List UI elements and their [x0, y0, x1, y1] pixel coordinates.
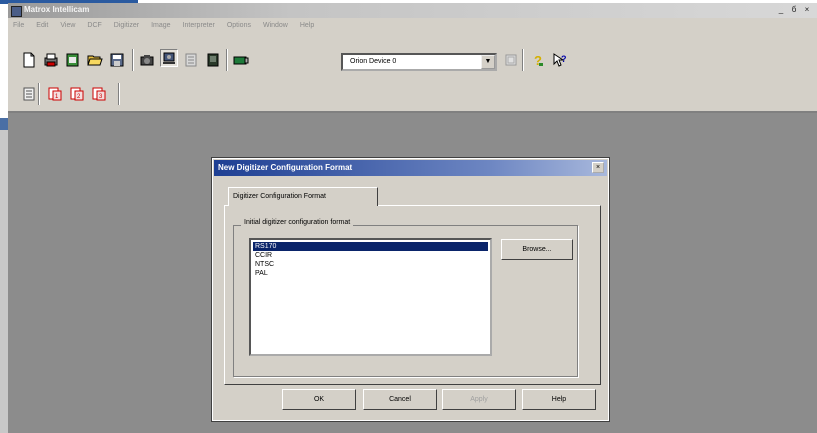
channel-2-icon[interactable]: 2 — [68, 85, 86, 103]
properties-icon[interactable] — [502, 51, 520, 69]
menu-options[interactable]: Options — [227, 19, 251, 33]
dialog-title-bar: New Digitizer Configuration Format × — [214, 160, 607, 176]
list-item[interactable]: RS170 — [253, 242, 488, 251]
menu-image[interactable]: Image — [151, 19, 170, 33]
title-bar: Matrox Intellicam _ б × — [8, 3, 817, 18]
ok-button[interactable]: OK — [282, 389, 356, 410]
menu-dcf[interactable]: DCF — [87, 19, 101, 33]
new-dcf-dialog: New Digitizer Configuration Format × Dig… — [211, 157, 610, 422]
groupbox-label: Initial digitizer configuration format — [241, 219, 354, 226]
page-icon[interactable] — [64, 51, 82, 69]
tab-label: Digitizer Configuration Format — [233, 193, 326, 200]
menu-digitizer[interactable]: Digitizer — [114, 19, 139, 33]
chevron-down-icon[interactable]: ▼ — [481, 55, 495, 69]
cancel-button[interactable]: Cancel — [363, 389, 437, 410]
format-listbox[interactable]: RS170 CCIR NTSC PAL — [249, 238, 492, 356]
toolbar-separator — [38, 83, 40, 105]
minimize-button[interactable]: _ — [775, 5, 787, 15]
toolbar-separator — [132, 49, 134, 71]
svg-text:?: ? — [561, 54, 567, 64]
toolbar-separator — [226, 49, 228, 71]
menu-view[interactable]: View — [60, 19, 75, 33]
display-settings-icon[interactable] — [182, 51, 200, 69]
browse-button[interactable]: Browse... — [501, 239, 573, 260]
print-icon[interactable] — [42, 51, 60, 69]
menu-bar: File Edit View DCF Digitizer Image Inter… — [8, 19, 817, 33]
toolbar-separator — [522, 49, 524, 71]
context-help-icon[interactable]: ? — [551, 51, 569, 69]
menu-help[interactable]: Help — [300, 19, 314, 33]
list-item[interactable]: CCIR — [253, 251, 488, 260]
device-select-value: Orion Device 0 — [350, 58, 397, 65]
digitizer-board-icon[interactable] — [232, 51, 250, 69]
close-icon[interactable]: × — [592, 162, 604, 173]
close-button[interactable]: × — [801, 5, 813, 15]
dialog-title: New Digitizer Configuration Format — [218, 163, 353, 172]
new-file-icon[interactable] — [20, 51, 38, 69]
menu-edit[interactable]: Edit — [36, 19, 48, 33]
menu-file[interactable]: File — [13, 19, 24, 33]
save-icon[interactable] — [108, 51, 126, 69]
window-controls: _ б × — [775, 5, 813, 15]
device-select[interactable]: Orion Device 0 ▼ — [341, 53, 497, 71]
list-item[interactable]: PAL — [253, 269, 488, 278]
window-title: Matrox Intellicam — [24, 5, 90, 14]
menu-interpreter[interactable]: Interpreter — [183, 19, 215, 33]
channel-1-icon[interactable]: 1 — [46, 85, 64, 103]
camera-icon[interactable] — [138, 51, 156, 69]
grab-continuous-icon[interactable] — [160, 49, 178, 67]
channel-3-icon[interactable]: 3 — [90, 85, 108, 103]
app-icon — [11, 6, 22, 17]
help-button[interactable]: Help — [522, 389, 596, 410]
monitor-icon[interactable] — [204, 51, 222, 69]
apply-button[interactable]: Apply — [442, 389, 516, 410]
help-icon[interactable]: ? — [528, 51, 546, 69]
list-item[interactable]: NTSC — [253, 260, 488, 269]
config-file-icon[interactable] — [20, 85, 38, 103]
maximize-button[interactable]: б — [788, 5, 800, 15]
open-folder-icon[interactable] — [86, 51, 104, 69]
tab-digitizer-configuration-format[interactable]: Digitizer Configuration Format — [228, 187, 378, 206]
toolbar-separator — [118, 83, 120, 105]
menu-window[interactable]: Window — [263, 19, 288, 33]
